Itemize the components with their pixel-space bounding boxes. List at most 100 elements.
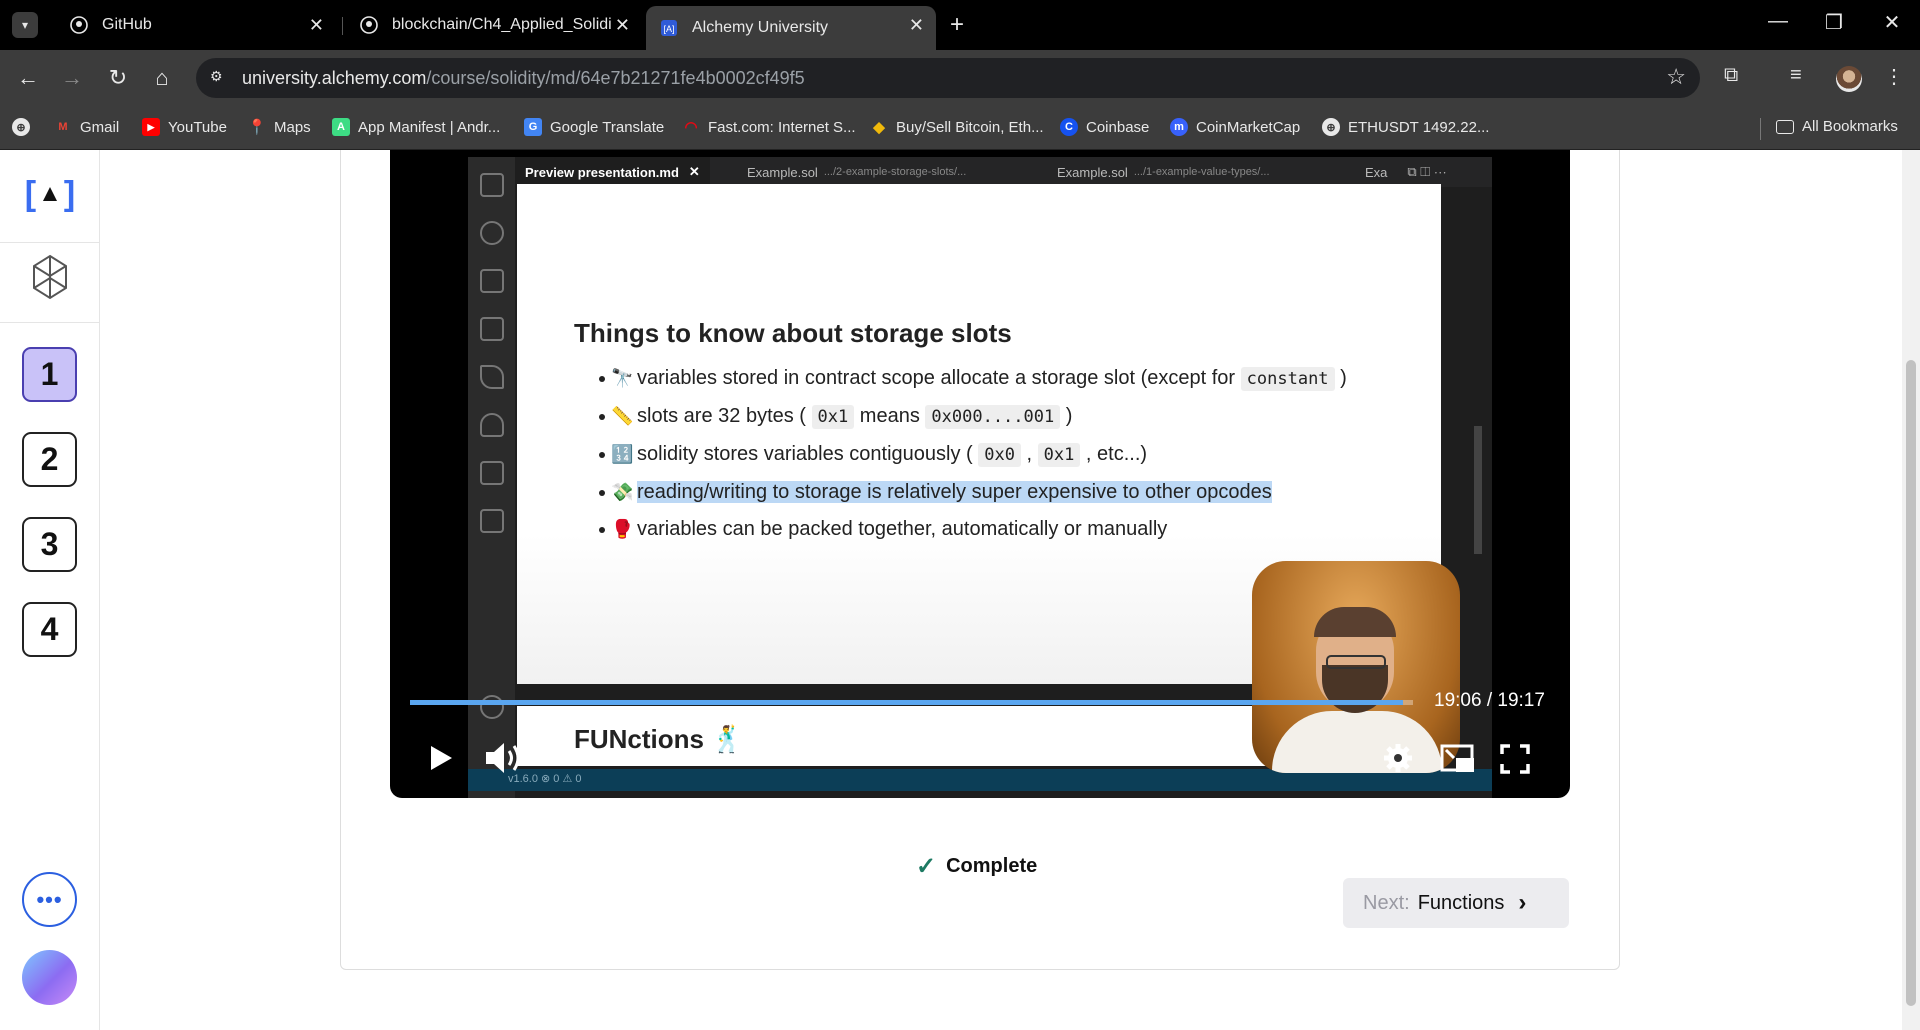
bookmark-google-translate[interactable]: G Google Translate xyxy=(524,118,664,136)
profile-avatar[interactable] xyxy=(1836,66,1862,92)
slide-bullet-list: 🔭 variables stored in contract scope allo… xyxy=(599,360,1347,548)
video-player[interactable]: Preview presentation.md ✕ Example.sol .../… xyxy=(390,150,1570,798)
bookmark-globe[interactable]: ⊕ xyxy=(12,118,38,136)
slide-bullet: 🥊 variables can be packed together, autom… xyxy=(599,511,1347,548)
bullet-code: 0x0 xyxy=(978,443,1021,467)
close-tab-icon[interactable]: ✕ xyxy=(615,15,630,36)
picture-in-picture-icon[interactable] xyxy=(1440,744,1476,779)
address-bar[interactable]: ⚙ university.alchemy.com/course/solidity… xyxy=(196,58,1700,98)
bookmark-maps[interactable]: 📍 Maps xyxy=(248,118,311,137)
bookmark-coinmarketcap[interactable]: m CoinMarketCap xyxy=(1170,118,1300,136)
back-icon[interactable]: ← xyxy=(14,64,42,92)
bookmark-star-icon[interactable]: ☆ xyxy=(1666,64,1686,90)
step-1-button[interactable]: 1 xyxy=(22,347,77,402)
panel-icon xyxy=(480,509,504,533)
play-icon[interactable] xyxy=(428,744,454,777)
globe-icon: ⊕ xyxy=(12,118,30,136)
all-bookmarks-label: All Bookmarks xyxy=(1802,118,1898,135)
url-host: university.alchemy.com xyxy=(242,68,427,88)
course-sidebar: [▲] 1 2 3 4 ••• xyxy=(0,150,100,1030)
alchemy-logo[interactable]: [▲] xyxy=(22,172,78,216)
bullet-text: ) xyxy=(1334,367,1347,389)
bookmark-label: YouTube xyxy=(168,118,227,136)
bullet-code: 0x1 xyxy=(1037,443,1081,467)
home-icon[interactable]: ⌂ xyxy=(148,64,176,92)
bookmark-label: Buy/Sell Bitcoin, Eth... xyxy=(896,118,1044,136)
bookmark-fast[interactable]: ◠ Fast.com: Internet S... xyxy=(682,118,855,137)
more-options-button[interactable]: ••• xyxy=(22,872,77,927)
fullscreen-icon[interactable] xyxy=(1500,744,1530,779)
editor-tab-example-storage: Example.sol .../2-example-storage-slots/.… xyxy=(737,157,976,187)
bookmark-binance[interactable]: ◆ Buy/Sell Bitcoin, Eth... xyxy=(870,118,1044,137)
tab-blockchain-repo[interactable]: blockchain/Ch4_Applied_Solidit ✕ xyxy=(346,6,642,44)
editor-tab-path: .../2-example-storage-slots/... xyxy=(823,166,967,178)
new-tab-icon[interactable]: + xyxy=(950,11,964,39)
tab-github[interactable]: GitHub ✕ xyxy=(56,6,336,44)
extensions-icon xyxy=(480,317,504,341)
ruler-emoji: 📏 xyxy=(611,406,634,426)
editor-tab-path: .../1-example-value-types/... xyxy=(1133,166,1270,178)
video-timecode: 19:06 / 19:17 xyxy=(1434,690,1545,711)
tab-search-dropdown-button[interactable]: ▾ xyxy=(12,12,38,38)
site-info-icon[interactable]: ⚙ xyxy=(210,68,230,88)
restore-icon[interactable]: ❐ xyxy=(1814,10,1854,35)
editor-tab-label: Preview presentation.md xyxy=(525,164,679,180)
bookmark-coinbase[interactable]: C Coinbase xyxy=(1060,118,1149,136)
forward-icon[interactable]: → xyxy=(58,64,86,92)
toolbar: ← → ↻ ⌂ ⚙ university.alchemy.com/course/… xyxy=(0,50,1920,106)
complete-status[interactable]: ✓ Complete xyxy=(916,852,1037,881)
next-lesson-button[interactable]: Next: Functions › xyxy=(1343,878,1569,928)
bookmark-youtube[interactable]: ▶ YouTube xyxy=(142,118,227,136)
close-tab-icon[interactable]: ✕ xyxy=(909,15,924,36)
presenter-shirt xyxy=(1272,711,1442,773)
url-path: /course/solidity/md/64e7b21271fe4b0002cf… xyxy=(426,68,805,88)
all-bookmarks[interactable]: All Bookmarks xyxy=(1776,118,1898,135)
bullet-code: 0x000....001 xyxy=(925,405,1061,429)
page-scrollbar[interactable] xyxy=(1902,150,1920,1030)
bookmark-ethusdt[interactable]: ⊕ ETHUSDT 1492.22... xyxy=(1322,118,1489,136)
url-text[interactable]: university.alchemy.com/course/solidity/m… xyxy=(242,68,805,89)
media-control-icon[interactable]: ≡ xyxy=(1790,64,1802,87)
github-icon xyxy=(360,16,378,34)
bookmark-label: Maps xyxy=(274,118,311,136)
numbers-emoji: 🔢 xyxy=(611,444,634,464)
tab-alchemy-university[interactable]: [A] Alchemy University ✕ xyxy=(646,6,936,50)
run-debug-icon xyxy=(480,269,504,293)
close-window-icon[interactable]: ✕ xyxy=(1872,10,1912,35)
volume-icon[interactable] xyxy=(484,740,526,781)
presenter-beard xyxy=(1322,665,1388,713)
step-3-button[interactable]: 3 xyxy=(22,517,77,572)
page-scrollbar-thumb[interactable] xyxy=(1906,360,1916,1006)
editor-scrollbar xyxy=(1474,426,1482,554)
chevron-right-icon: › xyxy=(1518,889,1527,916)
editor-tab-more: Exa ⧉ ◫ ⋯ xyxy=(1365,164,1447,180)
step-2-button[interactable]: 2 xyxy=(22,432,77,487)
video-progress-bar[interactable] xyxy=(410,700,1413,705)
bookmark-gmail[interactable]: M Gmail xyxy=(54,118,119,136)
bookmark-label: Google Translate xyxy=(550,118,665,136)
check-icon: ✓ xyxy=(916,853,937,880)
sidebar-divider xyxy=(0,242,100,243)
minimize-icon[interactable]: — xyxy=(1758,10,1798,33)
ethereum-course-icon[interactable] xyxy=(28,254,72,300)
android-icon: A xyxy=(332,118,350,136)
slide-bullet: 📏 slots are 32 bytes ( 0x1 means 0x000...… xyxy=(599,398,1347,436)
step-4-button[interactable]: 4 xyxy=(22,602,77,657)
reload-icon[interactable]: ↻ xyxy=(104,64,132,92)
coinbase-icon: C xyxy=(1060,118,1078,136)
editor-tab-preview: Preview presentation.md ✕ xyxy=(515,157,710,187)
bookmark-label: App Manifest | Andr... xyxy=(358,118,501,136)
extensions-icon[interactable]: ⧉ xyxy=(1724,64,1738,87)
user-avatar[interactable] xyxy=(22,950,77,1005)
browser-menu-icon[interactable]: ⋮ xyxy=(1884,64,1904,89)
bookmark-app-manifest[interactable]: A App Manifest | Andr... xyxy=(332,118,500,136)
solidity-icon xyxy=(480,365,504,389)
tab-strip: ▾ GitHub ✕ blockchain/Ch4_Applied_Solidi… xyxy=(0,0,1920,50)
slide-bullet: 💸 reading/writing to storage is relativel… xyxy=(599,474,1347,511)
telescope-emoji: 🔭 xyxy=(611,368,634,388)
close-tab-icon[interactable]: ✕ xyxy=(309,15,324,36)
slide-bullet: 🔢 solidity stores variables contiguously … xyxy=(599,436,1347,474)
settings-gear-icon[interactable] xyxy=(1382,742,1414,779)
presenter-webcam xyxy=(1252,561,1460,773)
money-emoji: 💸 xyxy=(611,482,634,502)
